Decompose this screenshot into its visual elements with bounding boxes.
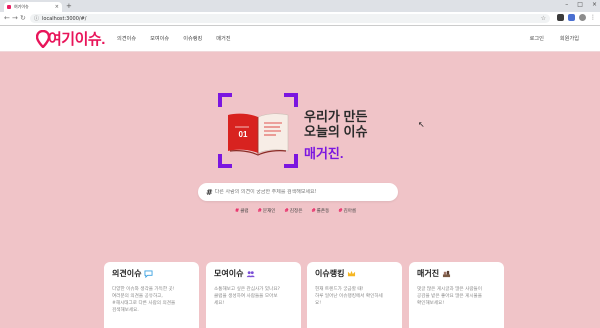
hero-title: 우리가 만든 오늘의 이슈 bbox=[304, 109, 367, 139]
tag-item[interactable]: # 클럽 bbox=[235, 208, 249, 214]
browser-tab[interactable]: 여기이슈 × bbox=[4, 2, 62, 12]
tag-item[interactable]: # 김정은 bbox=[285, 208, 303, 214]
tag-item[interactable]: # 롤촌동 bbox=[311, 208, 329, 214]
window-controls: – □ × bbox=[565, 1, 597, 8]
card-desc-line: 현재 트렌드가 궁금할 때! bbox=[315, 287, 364, 292]
nav-opinion-issue[interactable]: 의견이슈 bbox=[117, 35, 136, 42]
nav-gather-issue[interactable]: 모여이슈 bbox=[150, 35, 169, 42]
tag-label: 롤촌동 bbox=[316, 209, 330, 214]
card-opinion-issue[interactable]: 의견이슈 다양한 이슈와 생각을 가득한 곳! 여러분의 의견을 공유하고, #… bbox=[104, 262, 199, 328]
logo-text: 여기이슈. bbox=[48, 31, 105, 48]
card-desc-line: 확인해보세요! bbox=[417, 301, 445, 306]
card-description: 다양한 이슈와 생각을 가득한 곳! 여러분의 의견을 공유하고, #해시태그로… bbox=[112, 286, 191, 314]
card-title-text: 의견이슈 bbox=[112, 269, 142, 278]
card-desc-line: 여러분의 의견을 공유하고, bbox=[112, 294, 163, 299]
hashtag-icon: # bbox=[206, 187, 213, 197]
bookmark-star-icon[interactable]: ☆ bbox=[541, 15, 546, 22]
card-desc-line: 세요! bbox=[214, 301, 225, 306]
card-title-text: 모여이슈 bbox=[214, 269, 244, 278]
book-icon bbox=[443, 270, 451, 277]
card-description: 현재 트렌드가 궁금할 때! 하루 일어난 이슈랭킹에서 확인하세 요! bbox=[315, 286, 394, 307]
popular-tags: # 클럽 # 문재인 # 김정은 # 롤촌동 # 김아름 bbox=[235, 208, 356, 214]
reload-icon[interactable]: ↻ bbox=[20, 14, 26, 23]
tag-item[interactable]: # 김아름 bbox=[338, 208, 356, 214]
hashtag-icon: # bbox=[311, 208, 316, 214]
book-number: 01 bbox=[239, 130, 248, 139]
hashtag-icon: # bbox=[284, 208, 289, 214]
card-description: 소통해보고 싶은 관심사가 있나요? 클럽을 생성하여 사람들을 모아보 세요! bbox=[214, 286, 293, 307]
card-title: 매거진 bbox=[417, 268, 496, 279]
profile-avatar-icon[interactable] bbox=[579, 14, 586, 21]
card-desc-line: 소통해보고 싶은 관심사가 있나요? bbox=[214, 287, 280, 292]
extension-icon[interactable] bbox=[557, 14, 564, 21]
tab-close-icon[interactable]: × bbox=[55, 4, 59, 10]
card-magazine[interactable]: 매거진 댓글 많은 게시글과 많은 사람들이 공감을 받은 좋아요 많은 게시물… bbox=[409, 262, 504, 328]
extensions-area: ⋮ bbox=[557, 14, 596, 21]
tab-bar: 여기이슈 × + – □ × bbox=[0, 0, 600, 12]
tag-item[interactable]: # 문재인 bbox=[258, 208, 276, 214]
maximize-button[interactable]: □ bbox=[577, 1, 583, 8]
card-desc-line: 공감을 받은 좋아요 많은 게시물을 bbox=[417, 294, 483, 299]
card-title: 이슈랭킹 bbox=[315, 268, 394, 279]
extension-icon[interactable] bbox=[568, 14, 575, 21]
minimize-button[interactable]: – bbox=[565, 1, 568, 8]
card-gather-issue[interactable]: 모여이슈 소통해보고 싶은 관심사가 있나요? 클럽을 생성하여 사람들을 모아… bbox=[206, 262, 301, 328]
tag-label: 김정은 bbox=[289, 209, 303, 214]
site-header: 여기이슈. 의견이슈 모여이슈 이슈랭킹 매거진 로그인 회원가입 bbox=[0, 26, 600, 52]
site-logo[interactable]: 여기이슈. bbox=[36, 28, 105, 49]
hero-accent-text: 매거진. bbox=[304, 146, 344, 161]
card-description: 댓글 많은 게시글과 많은 사람들이 공감을 받은 좋아요 많은 게시물을 확인… bbox=[417, 286, 496, 307]
card-desc-line: 요! bbox=[315, 301, 322, 306]
card-title: 의견이슈 bbox=[112, 268, 191, 279]
search-input[interactable] bbox=[214, 189, 385, 195]
hashtag-icon: # bbox=[338, 208, 343, 214]
card-desc-line: 댓글 많은 게시글과 많은 사람들이 bbox=[417, 287, 483, 292]
new-tab-button[interactable]: + bbox=[66, 2, 72, 11]
crown-icon bbox=[348, 270, 356, 276]
card-desc-line: 다양한 이슈와 생각을 가득한 곳! bbox=[112, 287, 175, 292]
nav-issue-ranking[interactable]: 이슈랭킹 bbox=[183, 35, 202, 42]
favicon-icon bbox=[7, 5, 11, 9]
address-bar[interactable]: ⓘ localhost:3000/#/ ☆ bbox=[30, 14, 550, 23]
hashtag-icon: # bbox=[235, 208, 240, 214]
tag-label: 문재인 bbox=[262, 209, 276, 214]
hero-title-line2: 오늘의 이슈 bbox=[304, 124, 368, 139]
tag-label: 김아름 bbox=[343, 209, 357, 214]
signup-link[interactable]: 회원가입 bbox=[560, 35, 579, 42]
login-link[interactable]: 로그인 bbox=[530, 35, 544, 42]
mouse-cursor-icon: ↖ bbox=[418, 120, 425, 129]
browser-toolbar: ← → ↻ ⓘ localhost:3000/#/ ☆ ⋮ bbox=[0, 12, 600, 26]
tag-label: 클럽 bbox=[240, 209, 249, 214]
back-icon[interactable]: ← bbox=[4, 14, 10, 23]
info-icon[interactable]: ⓘ bbox=[34, 15, 39, 22]
speech-bubble-icon bbox=[144, 269, 153, 278]
main-nav: 의견이슈 모여이슈 이슈랭킹 매거진 bbox=[117, 35, 231, 42]
close-window-button[interactable]: × bbox=[592, 1, 597, 8]
magazine-book-illustration: 01 bbox=[218, 93, 298, 168]
card-desc-line: 검색해보세요. bbox=[112, 308, 139, 313]
nav-magazine[interactable]: 매거진 bbox=[216, 35, 230, 42]
card-desc-line: 클럽을 생성하여 사람들을 모아보 bbox=[214, 294, 278, 299]
card-title-text: 매거진 bbox=[417, 269, 440, 278]
auth-links: 로그인 회원가입 bbox=[530, 35, 579, 42]
tab-title: 여기이슈 bbox=[14, 4, 29, 9]
card-desc-line: 하루 일어난 이슈랭킹에서 확인하세 bbox=[315, 294, 383, 299]
card-desc-line: #해시태그로 다른 사람의 의견을 bbox=[112, 301, 176, 306]
map-pin-icon bbox=[36, 29, 50, 48]
card-title: 모여이슈 bbox=[214, 268, 293, 279]
people-icon bbox=[247, 270, 256, 277]
url-text: localhost:3000/#/ bbox=[42, 15, 87, 22]
browser-chrome: 여기이슈 × + – □ × ← → ↻ ⓘ localhost:3000/#/… bbox=[0, 0, 600, 26]
card-issue-ranking[interactable]: 이슈랭킹 현재 트렌드가 궁금할 때! 하루 일어난 이슈랭킹에서 확인하세 요… bbox=[307, 262, 402, 328]
hero-title-line1: 우리가 만든 bbox=[304, 109, 368, 124]
forward-icon[interactable]: → bbox=[12, 14, 18, 23]
search-box[interactable]: # bbox=[198, 183, 398, 201]
card-title-text: 이슈랭킹 bbox=[315, 269, 345, 278]
menu-kebab-icon[interactable]: ⋮ bbox=[590, 14, 596, 21]
hashtag-icon: # bbox=[257, 208, 262, 214]
